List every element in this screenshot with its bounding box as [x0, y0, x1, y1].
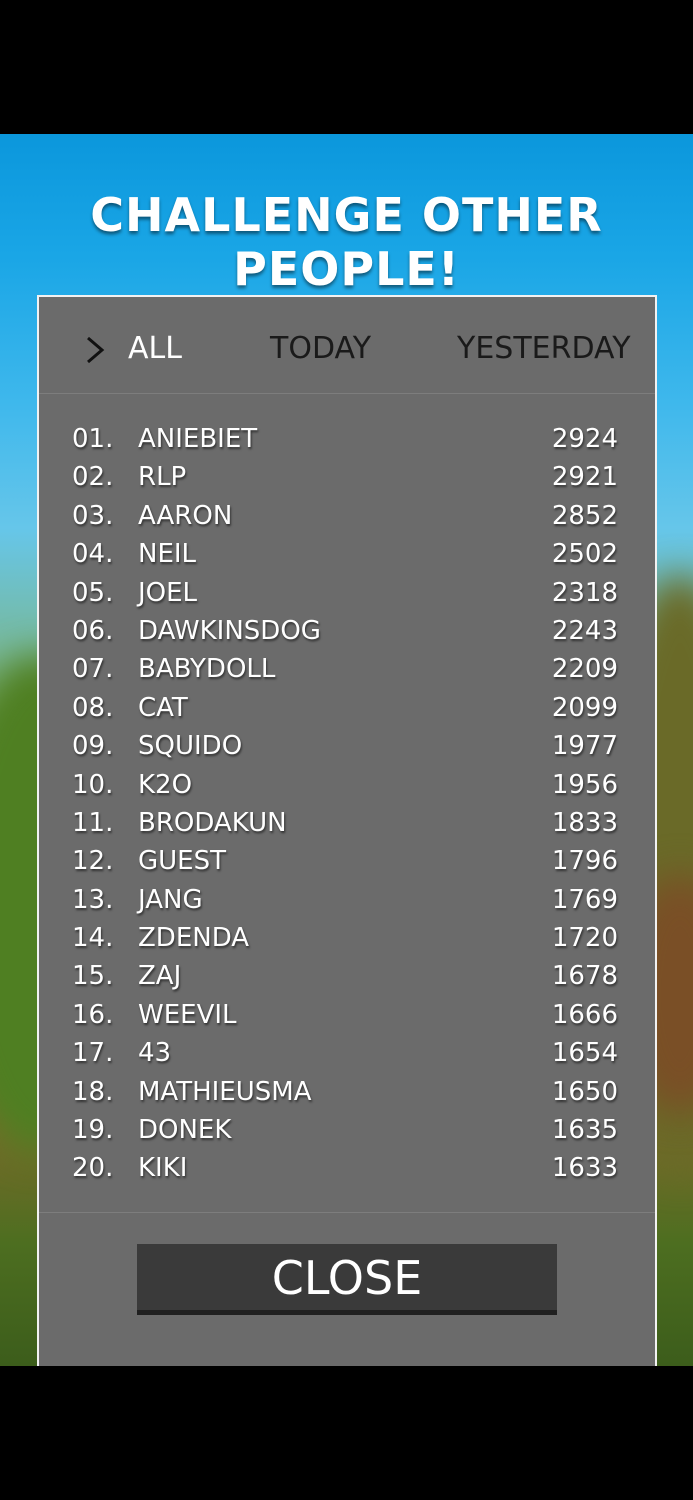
page-title: CHALLENGE OTHER PEOPLE!	[90, 188, 603, 296]
player-name: CAT	[138, 692, 188, 723]
rank-label: 20.	[72, 1153, 114, 1184]
player-name: BRODAKUN	[138, 807, 287, 838]
tab-bar: ALL TODAY YESTERDAY	[39, 297, 655, 394]
player-name: JANG	[138, 884, 203, 915]
leaderboard-row: 03. AARON 2852	[39, 497, 655, 535]
rank-label: 03.	[72, 500, 114, 531]
player-score: 1650	[551, 1076, 618, 1107]
player-score: 1635	[551, 1115, 618, 1146]
player-name: K2O	[138, 769, 193, 800]
player-name: GUEST	[138, 846, 226, 877]
player-score: 2318	[551, 577, 618, 608]
player-name: ZAJ	[138, 961, 182, 992]
player-name: NEIL	[138, 539, 197, 570]
rank-label: 09.	[72, 731, 114, 762]
rank-label: 14.	[72, 923, 114, 954]
leaderboard-row: 09. SQUIDO 1977	[39, 727, 655, 765]
leaderboard-row: 16. WEEVIL 1666	[39, 996, 655, 1034]
player-name: WEEVIL	[138, 999, 237, 1030]
close-button[interactable]: CLOSE	[137, 1244, 557, 1315]
player-name: DONEK	[138, 1115, 232, 1146]
leaderboard-row: 10. K2O 1956	[39, 766, 655, 804]
rank-label: 18.	[72, 1076, 114, 1107]
chevron-right-icon	[87, 336, 105, 364]
player-score: 2852	[551, 500, 618, 531]
leaderboard-row: 15. ZAJ 1678	[39, 957, 655, 995]
rank-label: 12.	[72, 846, 114, 877]
player-name: SQUIDO	[138, 731, 243, 762]
rank-label: 05.	[72, 577, 114, 608]
player-score: 1633	[551, 1153, 618, 1184]
player-score: 2924	[551, 424, 618, 454]
leaderboard-row: 07. BABYDOLL 2209	[39, 650, 655, 688]
player-name: BABYDOLL	[138, 654, 276, 685]
rank-label: 01.	[72, 424, 114, 454]
rank-label: 15.	[72, 961, 114, 992]
player-name: MATHIEUSMA	[138, 1076, 312, 1107]
player-score: 1654	[551, 1038, 618, 1069]
leaderboard-row: 04. NEIL 2502	[39, 535, 655, 573]
leaderboard-row: 01. ANIEBIET 2924	[39, 420, 655, 458]
leaderboard-row: 13. JANG 1769	[39, 881, 655, 919]
player-score: 1956	[551, 769, 618, 800]
divider	[39, 1212, 655, 1213]
player-score: 2502	[551, 539, 618, 570]
leaderboard-panel: ALL TODAY YESTERDAY 01. ANIEBIET 2924 02. RL…	[37, 295, 657, 1366]
player-name: ZDENDA	[138, 923, 250, 954]
player-name: JOEL	[138, 577, 198, 608]
player-score: 2209	[551, 654, 618, 685]
player-name: KIKI	[138, 1153, 188, 1184]
player-name: RLP	[138, 462, 187, 493]
game-background: CHALLENGE OTHER PEOPLE! ALL TODAY YESTER…	[0, 134, 693, 1366]
player-name: DAWKINSDOG	[138, 615, 321, 646]
player-score: 1720	[551, 923, 618, 954]
tab-today[interactable]: TODAY	[270, 331, 371, 367]
leaderboard-list: 01. ANIEBIET 2924 02. RLP 2921 03. AARON 2852 04.…	[39, 420, 655, 1188]
player-name: AARON	[138, 500, 233, 531]
leaderboard-row: 06. DAWKINSDOG 2243	[39, 612, 655, 650]
rank-label: 06.	[72, 615, 114, 646]
leaderboard-row: 12. GUEST 1796	[39, 842, 655, 880]
leaderboard-row: 19. DONEK 1635	[39, 1111, 655, 1149]
player-score: 2243	[551, 615, 618, 646]
tab-yesterday[interactable]: YESTERDAY	[457, 331, 631, 367]
tab-all[interactable]: ALL	[128, 331, 182, 367]
player-score: 1796	[551, 846, 618, 877]
rank-label: 17.	[72, 1038, 114, 1069]
rank-label: 04.	[72, 539, 114, 570]
rank-label: 11.	[72, 807, 114, 838]
leaderboard-row: 08. CAT 2099	[39, 689, 655, 727]
rank-label: 13.	[72, 884, 114, 915]
player-score: 2921	[551, 462, 618, 493]
rank-label: 02.	[72, 462, 114, 493]
leaderboard-row: 14. ZDENDA 1720	[39, 919, 655, 957]
rank-label: 10.	[72, 769, 114, 800]
rank-label: 19.	[72, 1115, 114, 1146]
player-score: 1769	[551, 884, 618, 915]
rank-label: 16.	[72, 999, 114, 1030]
player-name: ANIEBIET	[138, 424, 258, 454]
player-score: 1666	[551, 999, 618, 1030]
rank-label: 08.	[72, 692, 114, 723]
player-name: 43	[138, 1038, 172, 1069]
leaderboard-row: 02. RLP 2921	[39, 458, 655, 496]
leaderboard-row: 18. MATHIEUSMA 1650	[39, 1073, 655, 1111]
leaderboard-row: 11. BRODAKUN 1833	[39, 804, 655, 842]
player-score: 2099	[551, 692, 618, 723]
leaderboard-row: 05. JOEL 2318	[39, 574, 655, 612]
player-score: 1977	[551, 731, 618, 762]
player-score: 1833	[551, 807, 618, 838]
leaderboard-row: 17. 43 1654	[39, 1034, 655, 1072]
rank-label: 07.	[72, 654, 114, 685]
leaderboard-row: 20. KIKI 1633	[39, 1149, 655, 1187]
player-score: 1678	[551, 961, 618, 992]
